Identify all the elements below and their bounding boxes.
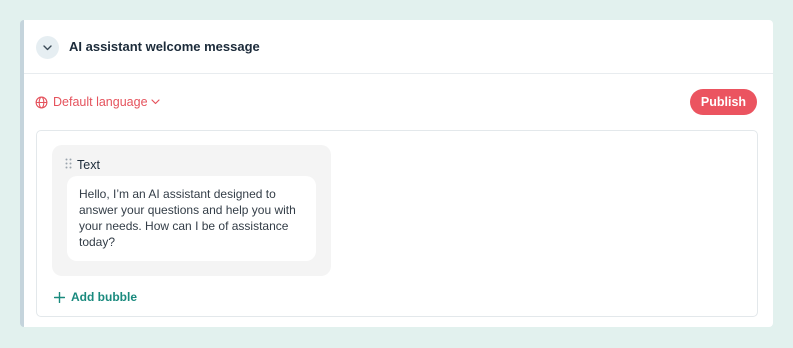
chevron-down-icon [43, 44, 52, 51]
section-title: AI assistant welcome message [69, 39, 260, 54]
language-selector[interactable]: Default language [35, 94, 160, 110]
welcome-message-card: AI assistant welcome message Default lan… [20, 20, 773, 327]
chevron-down-icon [150, 99, 160, 105]
language-label: Default language [53, 95, 148, 109]
add-bubble-button[interactable]: Add bubble [54, 289, 137, 305]
drag-handle-icon[interactable] [65, 158, 72, 169]
publish-button[interactable]: Publish [690, 89, 757, 115]
globe-icon [35, 96, 48, 109]
message-bubble[interactable]: Hello, I’m an AI assistant designed to a… [67, 176, 316, 261]
bubble-type-label: Text [77, 158, 100, 172]
plus-icon [54, 291, 65, 303]
bubble-group: Text Hello, I’m an AI assistant designed… [52, 145, 331, 276]
add-bubble-label: Add bubble [71, 290, 137, 304]
message-editor: Text Hello, I’m an AI assistant designed… [36, 130, 758, 317]
collapse-button[interactable] [36, 36, 59, 59]
card-header: AI assistant welcome message [24, 20, 773, 74]
